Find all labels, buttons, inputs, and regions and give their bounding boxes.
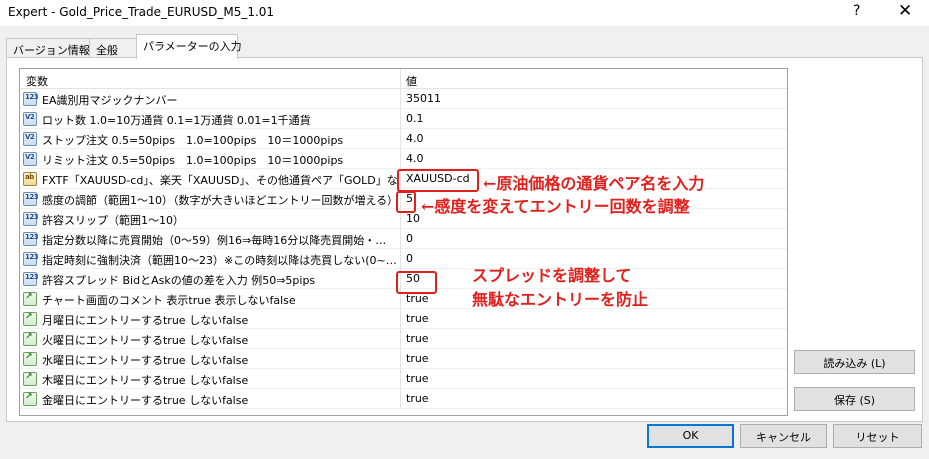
bool-type-icon: ↗ bbox=[23, 332, 37, 346]
integer-type-icon: 123 bbox=[23, 92, 39, 106]
param-row[interactable]: ↗ 火曜日にエントリーするtrue しないfalse true bbox=[20, 329, 787, 349]
highlight-symbol-value bbox=[397, 169, 479, 192]
param-row[interactable]: ↗ 水曜日にエントリーするtrue しないfalse true bbox=[20, 349, 787, 369]
save-button[interactable]: 保存 (S) bbox=[794, 387, 915, 411]
bool-type-icon: ↗ bbox=[23, 392, 37, 406]
param-name: 指定時刻に強制決済（範囲10～23）※この時刻以降は売買しない(0~… bbox=[42, 254, 397, 267]
highlight-sensitivity-value bbox=[396, 191, 416, 213]
param-name: ロット数 1.0=10万通貨 0.1=1万通貨 0.01=1千通貨 bbox=[42, 114, 311, 127]
double-type-icon: V2 bbox=[23, 152, 37, 166]
param-value[interactable]: true bbox=[406, 372, 429, 385]
cancel-button[interactable]: キャンセル bbox=[740, 424, 827, 448]
param-row[interactable]: 123 指定分数以降に売買開始（0～59）例16⇒毎時16分以降売買開始・… 0 bbox=[20, 229, 787, 249]
param-row[interactable]: V2 ロット数 1.0=10万通貨 0.1=1万通貨 0.01=1千通貨 0.1 bbox=[20, 109, 787, 129]
param-value[interactable]: 10 bbox=[406, 212, 420, 225]
param-value[interactable]: true bbox=[406, 332, 429, 345]
double-type-icon: V2 bbox=[23, 132, 37, 146]
annotation-sensitivity: ←感度を変えてエントリー回数を調整 bbox=[421, 197, 690, 216]
tab-version-info[interactable]: バージョン情報 bbox=[6, 38, 90, 58]
param-name: 指定分数以降に売買開始（0～59）例16⇒毎時16分以降売買開始・… bbox=[42, 234, 387, 247]
param-name: FXTF「XAUUSD-cd」、楽天「XAUUSD」、その他通貨ペア「GOLD」… bbox=[42, 174, 397, 187]
param-value[interactable]: true bbox=[406, 392, 429, 405]
param-row[interactable]: ↗ 月曜日にエントリーするtrue しないfalse true bbox=[20, 309, 787, 329]
integer-type-icon: 123 bbox=[23, 232, 39, 246]
param-row[interactable]: ↗ 木曜日にエントリーするtrue しないfalse true bbox=[20, 369, 787, 389]
param-name: チャート画面のコメント 表示true 表示しないfalse bbox=[42, 294, 296, 307]
param-name: 感度の調節（範囲1～10）（数字が大きいほどエントリー回数が増える） bbox=[42, 194, 397, 207]
annotation-spread-2: 無駄なエントリーを防止 bbox=[472, 290, 649, 309]
param-name: 水曜日にエントリーするtrue しないfalse bbox=[42, 354, 249, 367]
param-row[interactable]: ↗ 金曜日にエントリーするtrue しないfalse true bbox=[20, 389, 787, 409]
integer-type-icon: 123 bbox=[23, 192, 39, 206]
param-value[interactable]: true bbox=[406, 312, 429, 325]
param-name: 金曜日にエントリーするtrue しないfalse bbox=[42, 394, 249, 407]
tab-parameters[interactable]: パラメーターの入力 bbox=[136, 34, 242, 59]
param-value[interactable]: 35011 bbox=[406, 92, 441, 105]
param-row[interactable]: 123 EA識別用マジックナンバー 35011 bbox=[20, 89, 787, 109]
highlight-spread-value bbox=[396, 271, 437, 294]
grid-header: 変数 値 bbox=[20, 69, 787, 89]
help-button[interactable]: ? bbox=[853, 3, 860, 19]
annotation-symbol: ←原油価格の通貨ペア名を入力 bbox=[483, 174, 705, 193]
reset-button[interactable]: リセット bbox=[833, 424, 922, 448]
parameters-grid[interactable]: 変数 値 123 EA識別用マジックナンバー 35011 V2 ロット数 1.0=10万… bbox=[19, 68, 788, 416]
tab-general[interactable]: 全般 bbox=[89, 38, 137, 58]
param-name: 許容スプレッド BidとAskの値の差を入力 例50⇒5pips bbox=[42, 274, 316, 287]
param-value[interactable]: 4.0 bbox=[406, 152, 424, 165]
param-name: 木曜日にエントリーするtrue しないfalse bbox=[42, 374, 249, 387]
column-header-variable[interactable]: 変数 bbox=[26, 73, 48, 89]
string-type-icon: ab bbox=[23, 172, 37, 186]
column-header-value[interactable]: 値 bbox=[406, 73, 417, 89]
bool-type-icon: ↗ bbox=[23, 312, 37, 326]
param-value[interactable]: 0 bbox=[406, 232, 413, 245]
integer-type-icon: 123 bbox=[23, 212, 39, 226]
param-value[interactable]: true bbox=[406, 352, 429, 365]
window-title: Expert - Gold_Price_Trade_EURUSD_M5_1.01 bbox=[8, 5, 275, 19]
parameters-panel: 変数 値 123 EA識別用マジックナンバー 35011 V2 ロット数 1.0=10万… bbox=[6, 57, 923, 422]
param-name: リミット注文 0.5=50pips 1.0=100pips 10＝1000pip… bbox=[42, 154, 344, 167]
integer-type-icon: 123 bbox=[23, 272, 39, 286]
param-row[interactable]: V2 ストップ注文 0.5=50pips 1.0=100pips 10＝1000p… bbox=[20, 129, 787, 149]
param-name: 月曜日にエントリーするtrue しないfalse bbox=[42, 314, 249, 327]
close-button[interactable]: ✕ bbox=[898, 1, 912, 21]
bool-type-icon: ↗ bbox=[23, 372, 37, 386]
param-value[interactable]: 0 bbox=[406, 252, 413, 265]
load-button[interactable]: 読み込み (L) bbox=[794, 350, 915, 374]
integer-type-icon: 123 bbox=[23, 252, 39, 266]
annotation-spread-1: スプレッドを調整して bbox=[472, 266, 632, 285]
bool-type-icon: ↗ bbox=[23, 292, 37, 306]
param-row[interactable]: 123 指定時刻に強制決済（範囲10～23）※この時刻以降は売買しない(0~… 0 bbox=[20, 249, 787, 269]
ok-button[interactable]: OK bbox=[647, 424, 734, 448]
param-name: 許容スリップ（範囲1～10） bbox=[42, 214, 184, 227]
param-value[interactable]: 4.0 bbox=[406, 132, 424, 145]
param-name: 火曜日にエントリーするtrue しないfalse bbox=[42, 334, 249, 347]
param-value[interactable]: 0.1 bbox=[406, 112, 424, 125]
param-name: ストップ注文 0.5=50pips 1.0=100pips 10＝1000pip… bbox=[42, 134, 344, 147]
bool-type-icon: ↗ bbox=[23, 352, 37, 366]
double-type-icon: V2 bbox=[23, 112, 37, 126]
param-row[interactable]: V2 リミット注文 0.5=50pips 1.0=100pips 10＝1000p… bbox=[20, 149, 787, 169]
param-name: EA識別用マジックナンバー bbox=[42, 94, 178, 107]
title-bar: Expert - Gold_Price_Trade_EURUSD_M5_1.01… bbox=[0, 0, 929, 26]
